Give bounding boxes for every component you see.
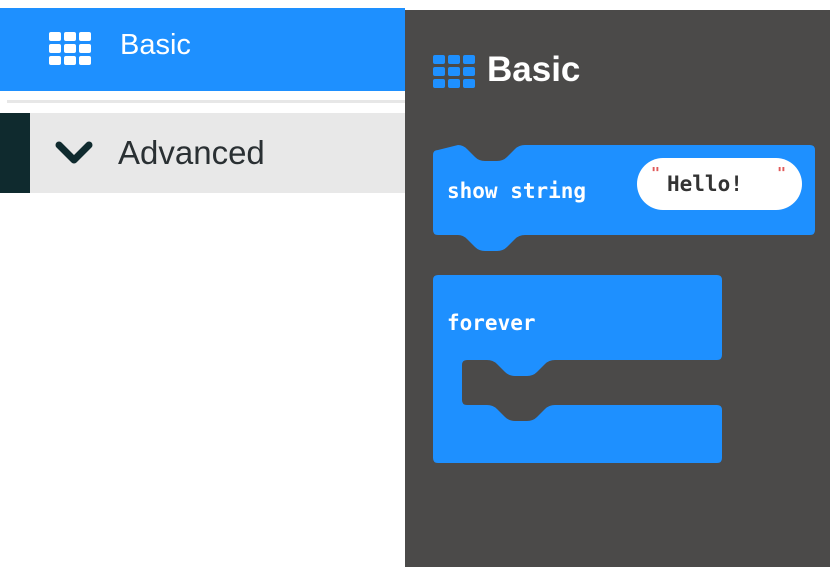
string-input[interactable]: " Hello! " [637, 158, 802, 210]
string-value: Hello! [667, 172, 743, 196]
makecode-editor: Basic Advanced Basic show string " Hello… [0, 0, 830, 567]
blocks-flyout: Basic show string " Hello! " forever [405, 10, 830, 567]
category-basic-label: Basic [120, 29, 191, 61]
blocks-canvas [433, 145, 815, 463]
grid-icon [49, 32, 91, 65]
toolbox-divider [7, 100, 405, 103]
category-advanced[interactable]: Advanced [0, 113, 405, 193]
open-quote-icon: " [651, 164, 661, 182]
advanced-color-bar [0, 113, 30, 193]
category-basic[interactable]: Basic [0, 8, 405, 91]
forever-label: forever [447, 311, 536, 335]
chevron-down-icon [55, 141, 93, 164]
toolbox: Basic Advanced [0, 0, 405, 567]
category-advanced-label: Advanced [118, 134, 265, 171]
close-quote-icon: " [777, 164, 787, 182]
forever-block[interactable] [433, 275, 722, 463]
show-string-label: show string [447, 179, 587, 203]
